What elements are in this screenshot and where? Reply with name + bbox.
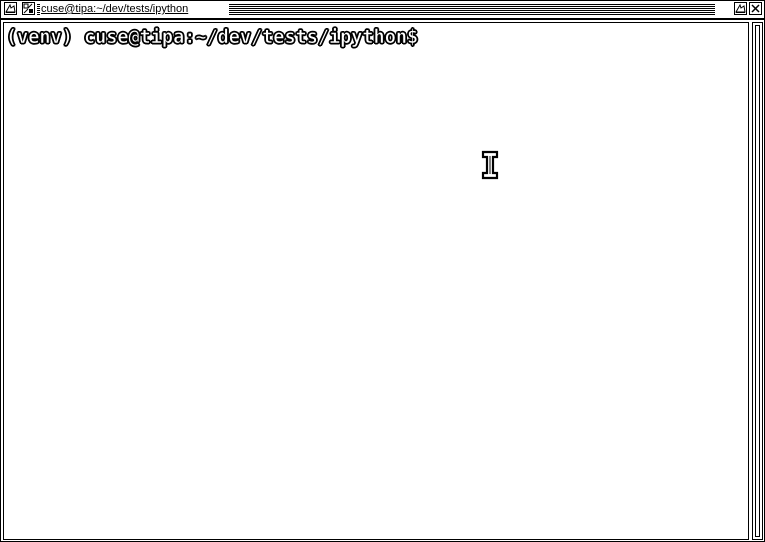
- sticky-button[interactable]: [22, 2, 35, 15]
- shell-prompt: (venv) cuse@tipa:~/dev/tests/ipython$: [6, 27, 419, 49]
- sticky-icon: [23, 3, 33, 14]
- terminal-output-area[interactable]: (venv) cuse@tipa:~/dev/tests/ipython$: [3, 22, 749, 540]
- window-menu-button[interactable]: [4, 2, 17, 15]
- close-button[interactable]: [749, 2, 762, 15]
- window-menu-icon: [5, 3, 16, 13]
- vertical-scrollbar[interactable]: [752, 22, 763, 540]
- text-ibeam-cursor-icon: [481, 150, 499, 184]
- iconify-icon: [735, 3, 746, 13]
- window-title: cuse@tipa:~/dev/tests/ipython: [40, 2, 190, 16]
- iconify-button[interactable]: [734, 2, 747, 15]
- title-bar[interactable]: cuse@tipa:~/dev/tests/ipython: [1, 1, 764, 20]
- scrollbar-thumb[interactable]: [755, 25, 760, 537]
- title-bar-stripes-right: [229, 4, 715, 15]
- terminal-window: cuse@tipa:~/dev/tests/ipython (venv) cus…: [0, 0, 765, 542]
- close-icon: [751, 4, 760, 13]
